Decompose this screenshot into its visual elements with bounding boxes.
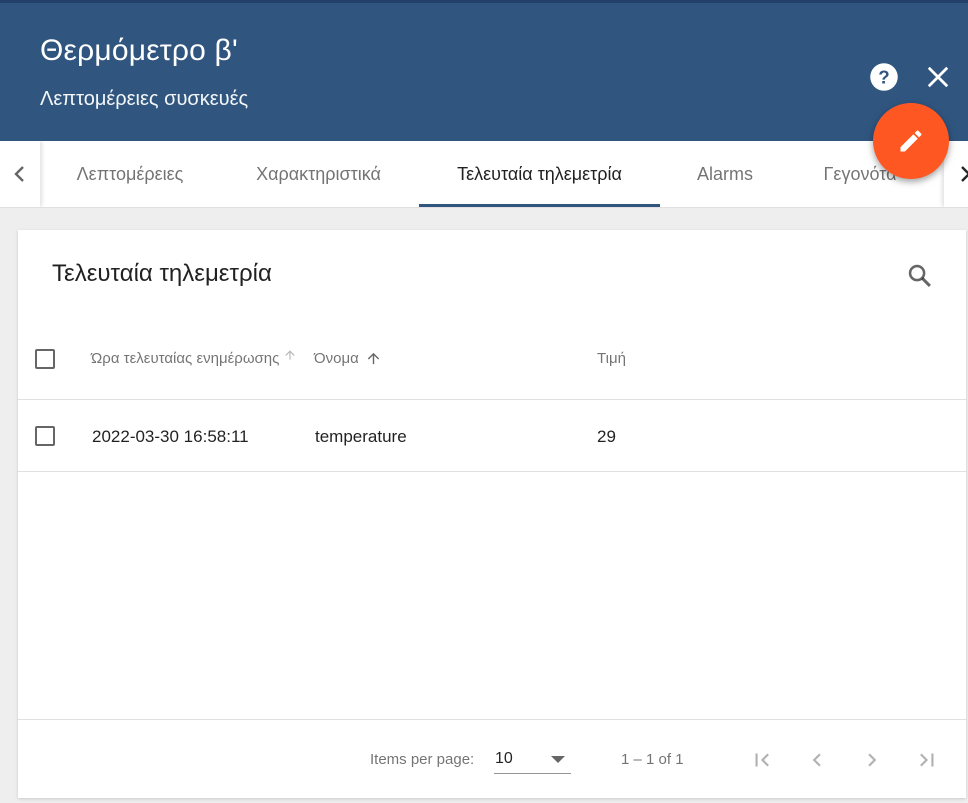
page-size-select[interactable]: 10 (494, 742, 571, 774)
sort-ascending-icon (367, 352, 379, 365)
tab-bar: Λεπτομέρειες Χαρακτηριστικά Τελευταία τη… (0, 141, 968, 208)
active-tab-indicator (419, 204, 660, 207)
tab-details[interactable]: Λεπτομέρειες (42, 141, 218, 207)
page-size-value: 10 (495, 750, 513, 767)
first-page-icon (755, 753, 769, 767)
help-button[interactable]: ? (868, 61, 900, 93)
card-title: Τελευταία τηλεμετρία (52, 260, 272, 287)
device-details-dialog: Θερμόμετρο β' Λεπτομέρειες συσκευές ? Λε… (0, 0, 968, 803)
search-icon (908, 264, 931, 287)
page-range-label: 1 – 1 of 1 (621, 751, 684, 768)
column-header-last-update[interactable]: Ώρα τελευταίας ενημέρωσης (91, 349, 297, 367)
dialog-header: Θερμόμετρο β' Λεπτομέρειες συσκευές ? (0, 0, 968, 141)
chevron-left-icon (14, 166, 24, 182)
last-page-button[interactable] (909, 742, 945, 778)
help-circle-icon: ? (870, 63, 898, 91)
telemetry-card: Τελευταία τηλεμετρία Ώρα τελευταίας ενημ… (18, 230, 966, 798)
device-subtitle: Λεπτομέρειες συσκευές (40, 88, 249, 110)
chevron-right-icon (961, 166, 968, 182)
tab-scroll-left-button[interactable] (0, 141, 40, 207)
tab-attributes[interactable]: Χαρακτηριστικά (218, 141, 419, 207)
search-button[interactable] (904, 260, 936, 292)
first-page-button[interactable] (744, 742, 780, 778)
tab-alarms[interactable]: Alarms (660, 141, 790, 207)
edit-fab-button[interactable] (873, 103, 949, 179)
items-per-page-label: Items per page: (370, 751, 475, 768)
pencil-icon (900, 130, 922, 152)
column-header-value: Τιμή (597, 350, 626, 367)
row-divider (18, 471, 966, 472)
header-divider (18, 399, 966, 400)
tab-label: Τελευταία τηλεμετρία (457, 163, 622, 184)
dropdown-arrow-icon (551, 756, 565, 763)
previous-page-button[interactable] (799, 742, 835, 778)
tab-label: Λεπτομέρειες (76, 163, 184, 184)
cell-last-update: 2022-03-30 16:58:11 (92, 427, 249, 446)
device-title: Θερμόμετρο β' (40, 34, 238, 67)
next-page-button[interactable] (854, 742, 890, 778)
close-icon (927, 66, 949, 88)
paginator-divider (18, 719, 966, 720)
close-button[interactable] (922, 61, 954, 93)
sort-arrow-faint-icon (285, 349, 296, 360)
tab-latest-telemetry[interactable]: Τελευταία τηλεμετρία (419, 141, 660, 207)
column-header-label: Όνομα (314, 350, 359, 367)
column-header-name[interactable]: Όνομα (314, 350, 382, 367)
row-checkbox[interactable] (35, 426, 55, 446)
tab-label: Χαρακτηριστικά (256, 163, 381, 184)
cell-value: 29 (597, 427, 616, 446)
column-header-label: Ώρα τελευταίας ενημέρωσης (91, 350, 280, 367)
select-all-checkbox[interactable] (35, 349, 55, 369)
cell-name: temperature (315, 427, 407, 446)
next-page-icon (868, 753, 877, 767)
previous-page-icon (812, 753, 821, 767)
svg-text:?: ? (878, 67, 889, 88)
last-page-icon (920, 753, 934, 767)
tab-label: Alarms (696, 163, 753, 184)
